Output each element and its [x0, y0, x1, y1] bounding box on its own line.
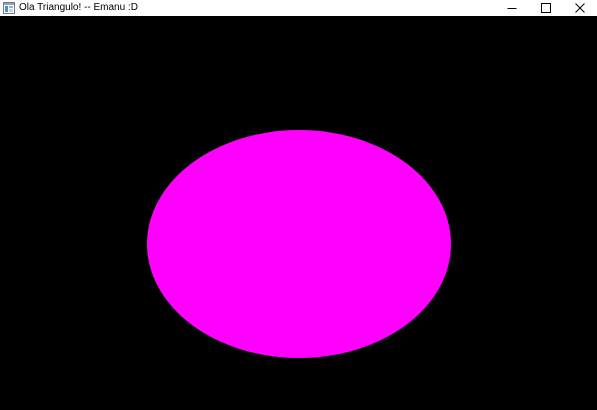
minimize-icon: [507, 3, 517, 13]
render-canvas[interactable]: [0, 16, 597, 410]
window-controls: [495, 0, 597, 16]
app-window-icon[interactable]: [3, 2, 15, 14]
title-bar[interactable]: Ola Triangulo! -- Emanu :D: [0, 0, 597, 16]
minimize-button[interactable]: [495, 0, 529, 16]
maximize-button[interactable]: [529, 0, 563, 16]
maximize-icon: [541, 3, 551, 13]
window-title: Ola Triangulo! -- Emanu :D: [19, 2, 138, 13]
app-window: Ola Triangulo! -- Emanu :D: [0, 0, 597, 410]
magenta-ellipse: [147, 130, 451, 358]
close-icon: [575, 3, 585, 13]
close-button[interactable]: [563, 0, 597, 16]
